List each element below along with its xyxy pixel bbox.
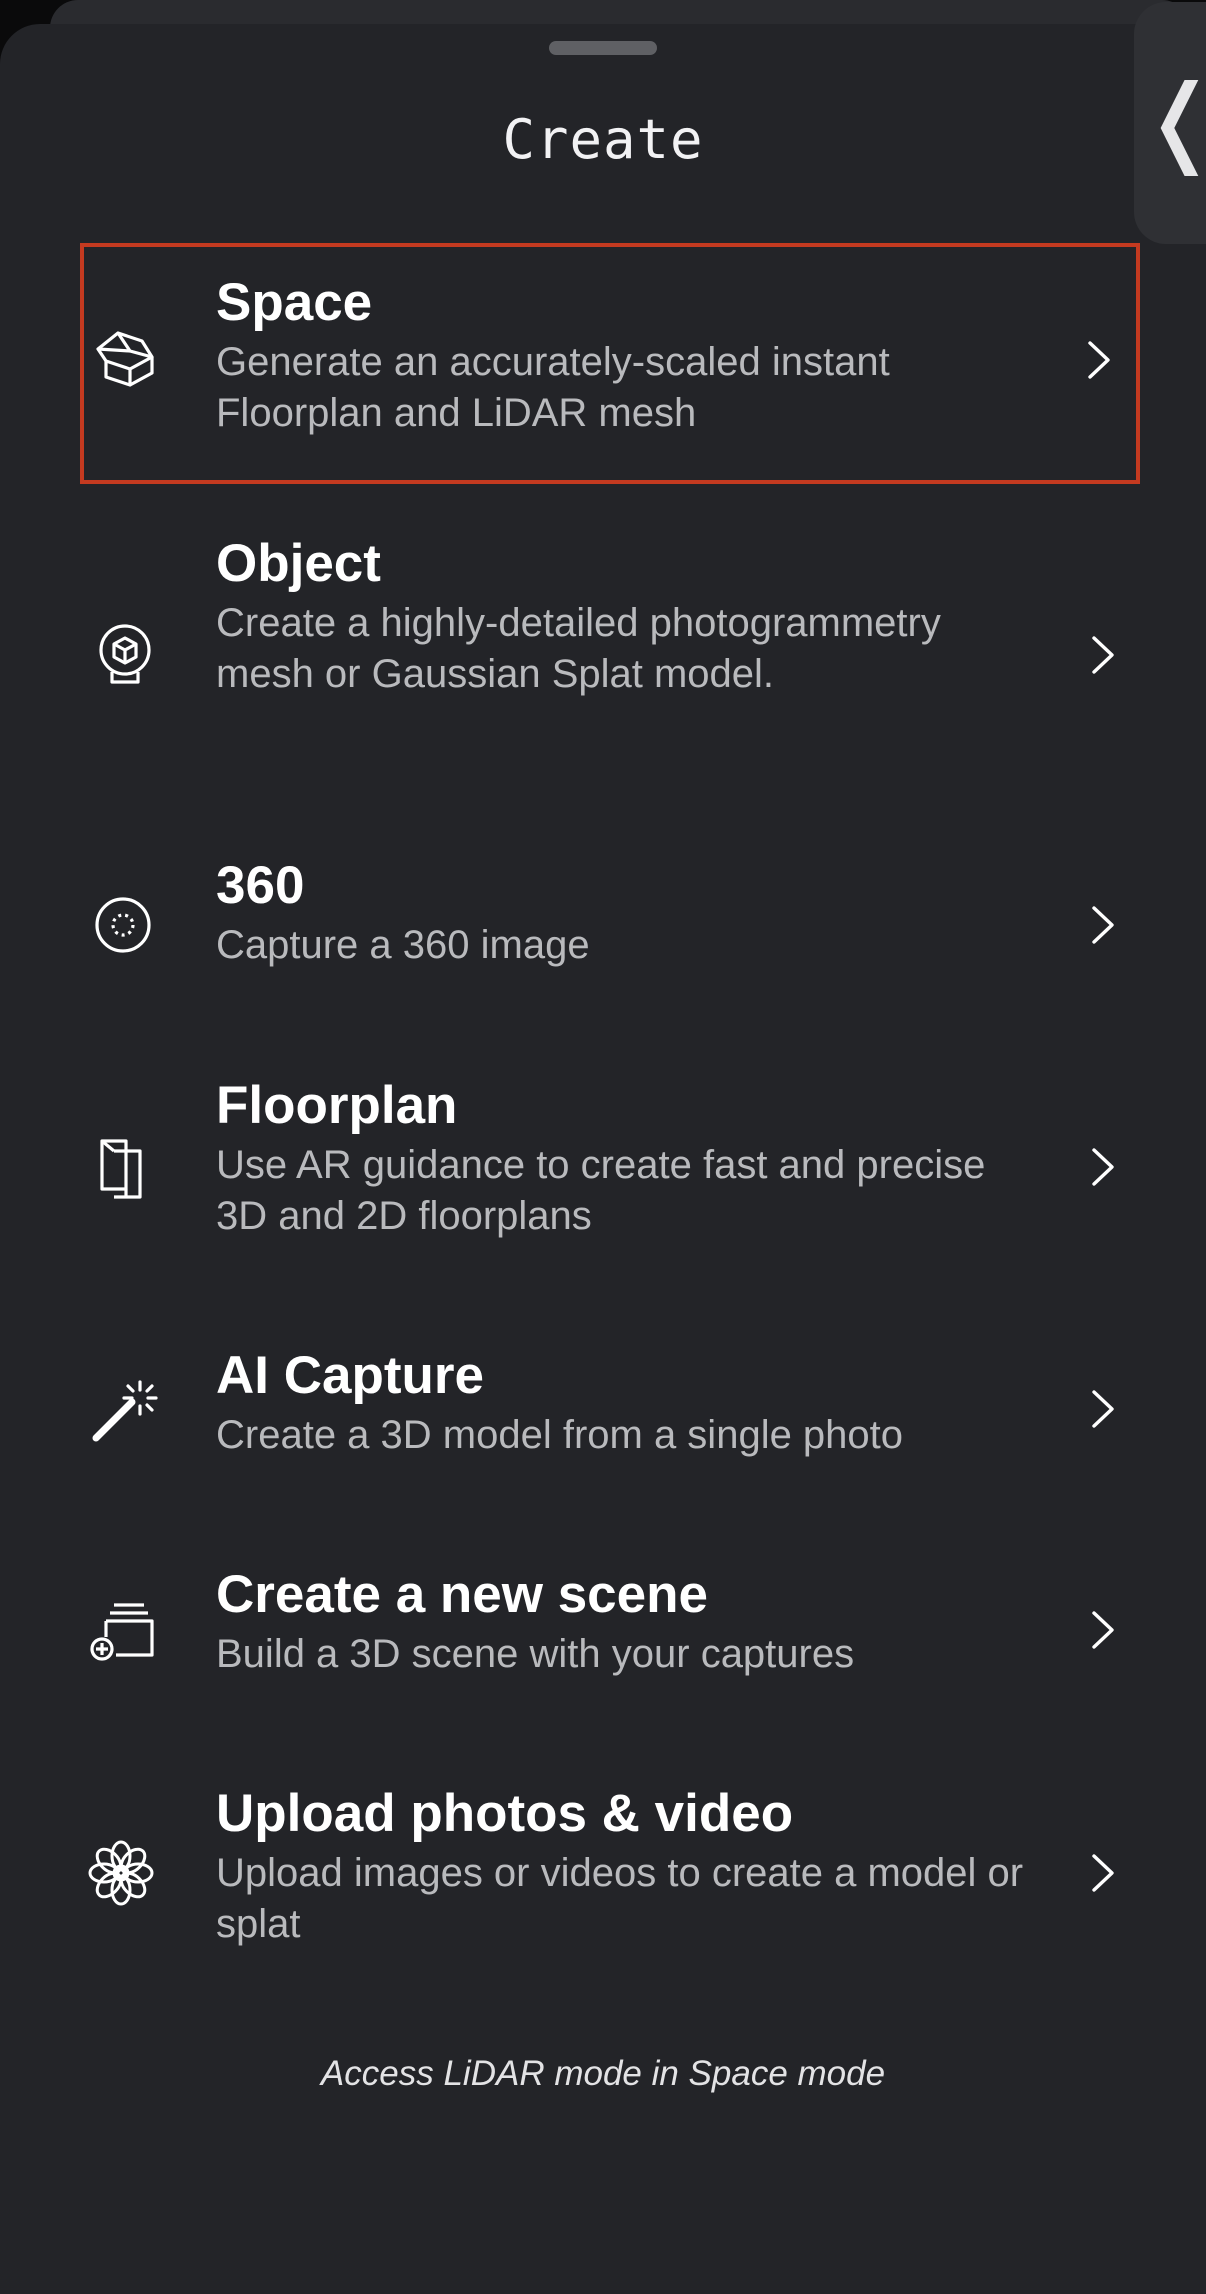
chevron-right-icon [1082,1142,1122,1192]
menu-item-title: 360 [216,856,305,915]
chevron-right-icon [1082,1605,1122,1655]
chevron-right-icon [1078,335,1118,385]
magic-wand-icon [88,1376,158,1446]
side-panel-tab[interactable]: ❬ [1134,2,1206,244]
chevron-right-icon [1082,630,1122,680]
menu-item-floorplan[interactable]: Floorplan Use AR guidance to create fast… [80,1078,1140,1258]
menu-item-description: Build a 3D scene with your captures [216,1631,855,1676]
menu-item-title: Upload photos & video [216,1784,794,1843]
house-cube-icon [90,321,160,391]
menu-item-description: Upload images or videos to create a mode… [216,1850,1024,1946]
menu-item-create-scene[interactable]: Create a new scene Build a 3D scene with… [80,1567,1140,1697]
menu-item-description: Generate an accurately-scaled instant Fl… [216,339,890,435]
sheet-grabber[interactable] [549,41,657,55]
footer-note: Access LiDAR mode in Space mode [320,2054,886,2093]
panorama-360-icon [88,890,158,960]
scene-stack-plus-icon [88,1597,158,1667]
photos-flower-icon [86,1838,156,1908]
menu-item-title: Create a new scene [216,1565,708,1624]
menu-item-description: Create a highly-detailed photogrammetry … [216,600,941,696]
menu-item-description: Use AR guidance to create fast and preci… [216,1142,986,1238]
chevron-right-icon [1082,1848,1122,1898]
object-globe-icon [90,620,160,690]
floorplan-pages-icon [88,1133,158,1203]
chevron-right-icon [1082,1384,1122,1434]
menu-item-space[interactable]: Space Generate an accurately-scaled inst… [80,243,1140,484]
menu-item-ai-capture[interactable]: AI Capture Create a 3D model from a sing… [80,1348,1140,1478]
menu-item-title: Floorplan [216,1076,458,1135]
menu-item-title: Space [216,273,373,332]
menu-item-title: Object [216,534,381,593]
sheet-title: Create [502,108,704,171]
chevron-right-icon [1082,900,1122,950]
menu-item-description: Create a 3D model from a single photo [216,1412,904,1457]
menu-item-360[interactable]: 360 Capture a 360 image [80,858,1140,988]
chevron-left-icon: ❬ [1140,72,1206,168]
menu-item-title: AI Capture [216,1346,484,1405]
menu-item-description: Capture a 360 image [216,922,590,967]
menu-item-object[interactable]: Object Create a highly-detailed photogra… [80,536,1140,766]
menu-item-upload[interactable]: Upload photos & video Upload images or v… [80,1786,1140,1966]
